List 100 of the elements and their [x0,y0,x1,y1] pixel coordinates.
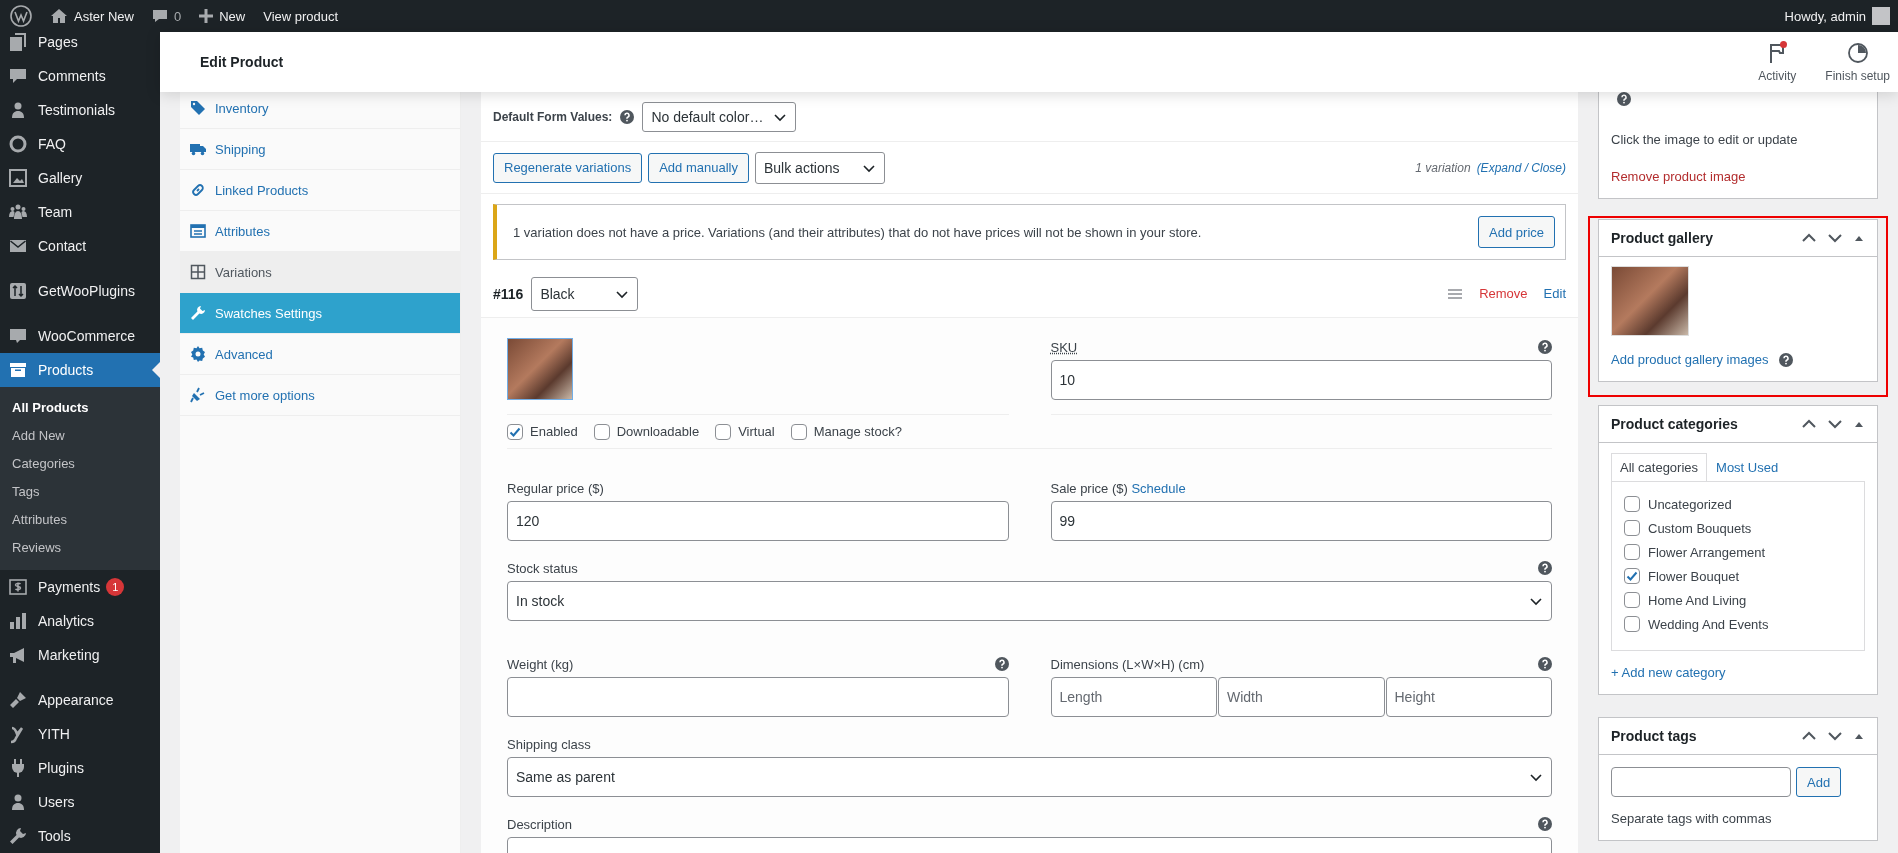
menu-item[interactable]: Products [0,353,160,387]
category-tab[interactable]: All categories [1611,453,1708,481]
header-action[interactable]: Activity [1737,32,1818,92]
bulk-actions-select[interactable]: Bulk actions [755,151,885,184]
expand-close-link[interactable]: (Expand / Close) [1476,160,1566,175]
toolbar-button[interactable]: Add manually [648,152,749,183]
dimension-field[interactable]: Width [1218,677,1385,717]
checkbox[interactable] [1624,496,1640,512]
checkbox[interactable] [593,423,610,440]
header-action[interactable]: Finish setup [1817,32,1898,92]
price-field[interactable]: 99 [1050,501,1552,541]
field-label: Sale price ($) [1050,480,1129,496]
menu-item[interactable]: WooCommerce [0,319,160,353]
help-icon [1538,817,1552,831]
hint-text: Separate tags with commas [1611,811,1773,826]
attribute-select[interactable]: Black [531,276,639,311]
field-label: Dimensions (L×W×H) (cm) [1050,656,1205,672]
product-data-tab[interactable]: Inventory [180,88,460,129]
menu-item[interactable]: Users [0,785,160,819]
product-data-tab[interactable]: Variations [180,252,460,293]
remove-image-link[interactable]: Remove product image [1611,169,1746,184]
new-link[interactable]: New [199,8,246,24]
add-category-link[interactable]: + Add new category [1611,665,1726,680]
menu-item[interactable]: Comments [0,59,160,93]
toolbar-button[interactable]: Regenerate variations [493,152,643,183]
menu-item[interactable]: YITH [0,717,160,751]
product-data-tab[interactable]: Advanced [180,334,460,375]
help-icon [1778,352,1793,367]
comments-link[interactable]: 0 [151,8,182,24]
checkbox[interactable] [1624,520,1640,536]
menu-item[interactable]: FAQ [0,127,160,161]
stock-status-select[interactable]: In stock [507,581,1552,621]
panel-title: Product categories [1611,416,1738,432]
default-color-select[interactable]: No default color… [642,101,797,132]
checkbox-label: Uncategorized [1648,496,1732,512]
speech-bubble-icon [8,66,28,86]
submenu-item[interactable]: Categories [0,450,160,478]
field-label: Weight (kg) [507,656,574,672]
menu-item[interactable]: Gallery [0,161,160,195]
price-field[interactable]: 120 [507,501,1009,541]
plug-icon [190,387,206,403]
panel-title: Product tags [1611,728,1697,744]
view-product-link[interactable]: View product [263,8,339,24]
menu-item[interactable]: Analytics [0,604,160,638]
sku-field[interactable]: 10 [1050,360,1552,400]
checkbox[interactable] [1624,592,1640,608]
help-icon [994,657,1009,671]
product-data-tab[interactable]: Get more options [180,375,460,416]
schedule-link[interactable]: Schedule [1131,480,1186,496]
checkbox-label: Flower Arrangement [1648,544,1766,560]
truck-icon [190,141,206,157]
checkbox[interactable] [507,423,523,440]
field-label: Regular price ($) [507,480,604,496]
menu-item[interactable]: Payments 1 [0,570,160,604]
submenu-item[interactable]: Reviews [0,534,160,562]
count-badge: 1 [106,578,125,596]
add-gallery-link[interactable]: Add product gallery images [1611,352,1769,367]
bubble-icon [8,326,28,346]
remove-link[interactable]: Remove [1479,286,1528,301]
menu-item[interactable]: GetWooPlugins [0,274,160,308]
product-data-tab[interactable]: Linked Products [180,170,460,211]
menu-item[interactable]: Appearance [0,683,160,717]
account-link[interactable]: Howdy, admin [1784,7,1890,25]
help-icon [1538,657,1552,671]
weight-field[interactable] [507,677,1009,717]
site-link[interactable]: Aster New [50,7,134,25]
shipping-class-select[interactable]: Same as parent [507,757,1552,797]
checkbox-label: Enabled [530,424,578,439]
photo-placeholder[interactable] [507,338,573,400]
menu-item[interactable]: Marketing [0,638,160,672]
help-icon [1538,561,1552,575]
category-tab[interactable]: Most Used [1707,453,1788,481]
hint-text: Click the image to edit or update [1611,132,1799,147]
field-label: Stock status [507,560,578,576]
edit-link[interactable]: Edit [1543,286,1566,301]
product-data-tab[interactable]: Shipping [180,129,460,170]
notice-text: 1 variation does not have a price. Variations (and their attributes) that do not have prices will not be shown in your store. [513,224,1202,240]
gear-icon [190,346,206,362]
submenu-item[interactable]: Tags [0,478,160,506]
submenu-item[interactable]: All Products [0,394,160,422]
add-price-button[interactable]: Add price [1478,216,1555,248]
logo-icon[interactable] [10,5,32,27]
submenu-item[interactable]: Attributes [0,506,160,534]
checkbox[interactable] [1624,616,1640,632]
menu-item[interactable]: Tools [0,819,160,853]
checkbox[interactable] [715,423,732,440]
checkbox[interactable] [1624,544,1640,560]
dimension-field[interactable]: Length [1050,677,1217,717]
checkbox[interactable] [1624,568,1640,584]
field-label: Description [507,816,573,832]
dimension-field[interactable]: Height [1385,677,1552,717]
menu-item[interactable]: Pages [0,32,160,59]
menu-item[interactable]: Testimonials [0,93,160,127]
submenu-item[interactable]: Add New [0,422,160,450]
menu-item[interactable]: Team [0,195,160,229]
menu-item[interactable]: Plugins [0,751,160,785]
menu-item[interactable]: Contact [0,229,160,263]
add-tag-button[interactable]: Add [1796,767,1842,797]
checkbox[interactable] [790,423,807,440]
tag-input-field[interactable] [1611,767,1791,797]
